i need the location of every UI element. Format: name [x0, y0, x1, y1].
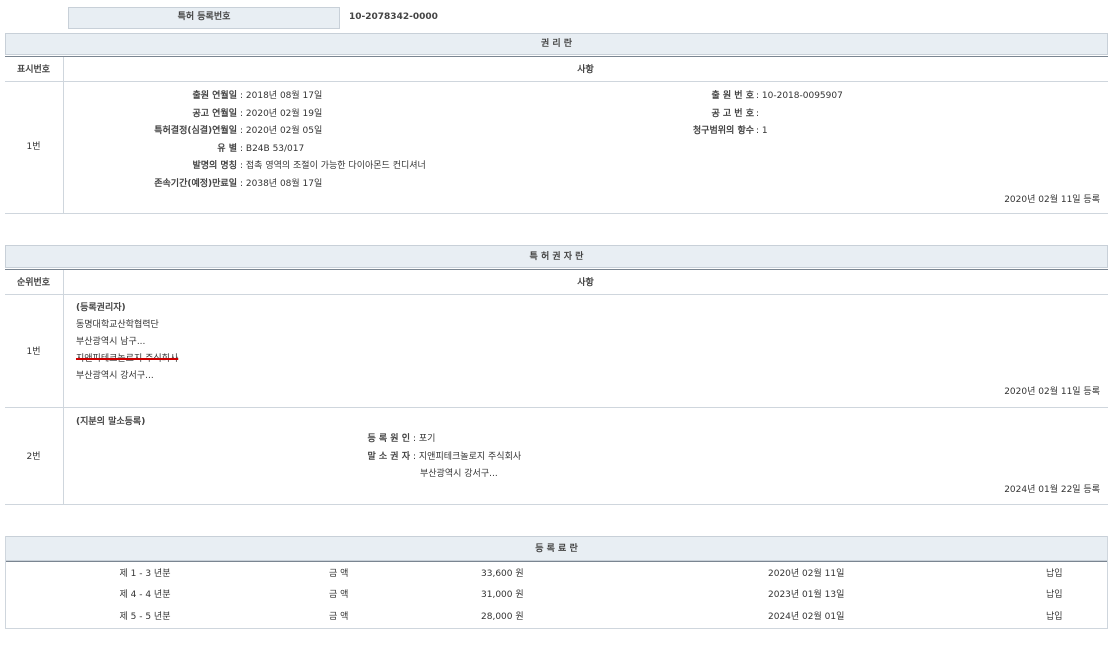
cancel-cause-value: : 포기 [413, 433, 435, 445]
rights-value: : 2018년 08월 17일 [240, 90, 322, 102]
holders-row-heading: (등록권리자) [76, 302, 126, 314]
rights-value: : 1 [756, 125, 768, 137]
rights-col-no: 표시번호 [5, 64, 62, 76]
fee-period: 제 4 - 4 년분 [90, 589, 200, 601]
holders-col-item: 사항 [63, 277, 1108, 289]
fee-amount-label: 금 액 [329, 568, 348, 580]
rights-label: 발명의 명칭 [63, 160, 237, 172]
fee-status: 납입 [1046, 611, 1063, 623]
fee-amount: 31,000 원 [481, 589, 524, 601]
rights-value: : 2020년 02월 19일 [240, 108, 322, 120]
rights-section-title: 권 리 란 [5, 38, 1108, 50]
rights-label: 공 고 번 호 [560, 108, 754, 120]
holders-row-date: 2024년 01월 22일 등록 [700, 484, 1100, 496]
fee-amount-label: 금 액 [329, 589, 348, 601]
rights-value: : 접촉 영역의 조절이 가능한 다이아몬드 컨디셔너 [240, 160, 426, 172]
rights-label: 청구범위의 항수 [560, 125, 754, 137]
rights-value: : 2020년 02월 05일 [240, 125, 322, 137]
holder-name-struck: 지앤피테크놀로지 주식회사 [76, 353, 178, 365]
patent-number-value: 10-2078342-0000 [349, 11, 438, 23]
rights-value: : 10-2018-0095907 [756, 90, 843, 102]
rights-value: : [756, 108, 759, 120]
rights-label: 출 원 번 호 [560, 90, 754, 102]
cancel-cause-label: 등 록 원 인 [300, 433, 410, 445]
fee-status: 납입 [1046, 568, 1063, 580]
fee-amount-label: 금 액 [329, 611, 348, 623]
holders-col-no: 순위번호 [5, 277, 62, 289]
holders-row-no: 1번 [5, 346, 62, 358]
cancel-holder-address: 부산광역시 강서구... [420, 468, 498, 480]
fee-period: 제 1 - 3 년분 [90, 568, 200, 580]
rights-label: 출원 연월일 [63, 90, 237, 102]
fee-period: 제 5 - 5 년분 [90, 611, 200, 623]
holders-row-no: 2번 [5, 451, 62, 463]
holders-row-heading: (지분의 말소등록) [76, 416, 145, 428]
holder-name: 동명대학교산학협력단 [76, 319, 159, 331]
rights-label: 특허결정(심결)연월일 [63, 125, 237, 137]
rights-label: 존속기간(예정)만료일 [63, 178, 237, 190]
fee-date: 2020년 02월 11일 [768, 568, 844, 580]
holder-address: 부산광역시 남구... [76, 336, 145, 348]
rights-row-no: 1번 [5, 141, 62, 153]
fees-section-title: 등 록 료 란 [5, 543, 1108, 555]
cancel-holder-value: : 지앤피테크놀로지 주식회사 [413, 451, 521, 463]
fee-date: 2024년 02월 01일 [768, 611, 844, 623]
holders-row-date: 2020년 02월 11일 등록 [700, 386, 1100, 398]
fee-amount: 28,000 원 [481, 611, 524, 623]
rights-registration-date: 2020년 02월 11일 등록 [700, 194, 1100, 206]
rights-value: : B24B 53/017 [240, 143, 304, 155]
rights-label: 공고 연월일 [63, 108, 237, 120]
patent-number-label: 특허 등록번호 [68, 11, 340, 23]
holders-section-title: 특 허 권 자 란 [5, 251, 1108, 263]
cancel-holder-label: 말 소 권 자 [300, 451, 410, 463]
rights-value: : 2038년 08월 17일 [240, 178, 322, 190]
fee-date: 2023년 01월 13일 [768, 589, 844, 601]
rights-col-item: 사항 [63, 64, 1108, 76]
fee-status: 납입 [1046, 589, 1063, 601]
holder-address: 부산광역시 강서구... [76, 370, 154, 382]
fee-amount: 33,600 원 [481, 568, 524, 580]
rights-label: 유 별 [63, 143, 237, 155]
